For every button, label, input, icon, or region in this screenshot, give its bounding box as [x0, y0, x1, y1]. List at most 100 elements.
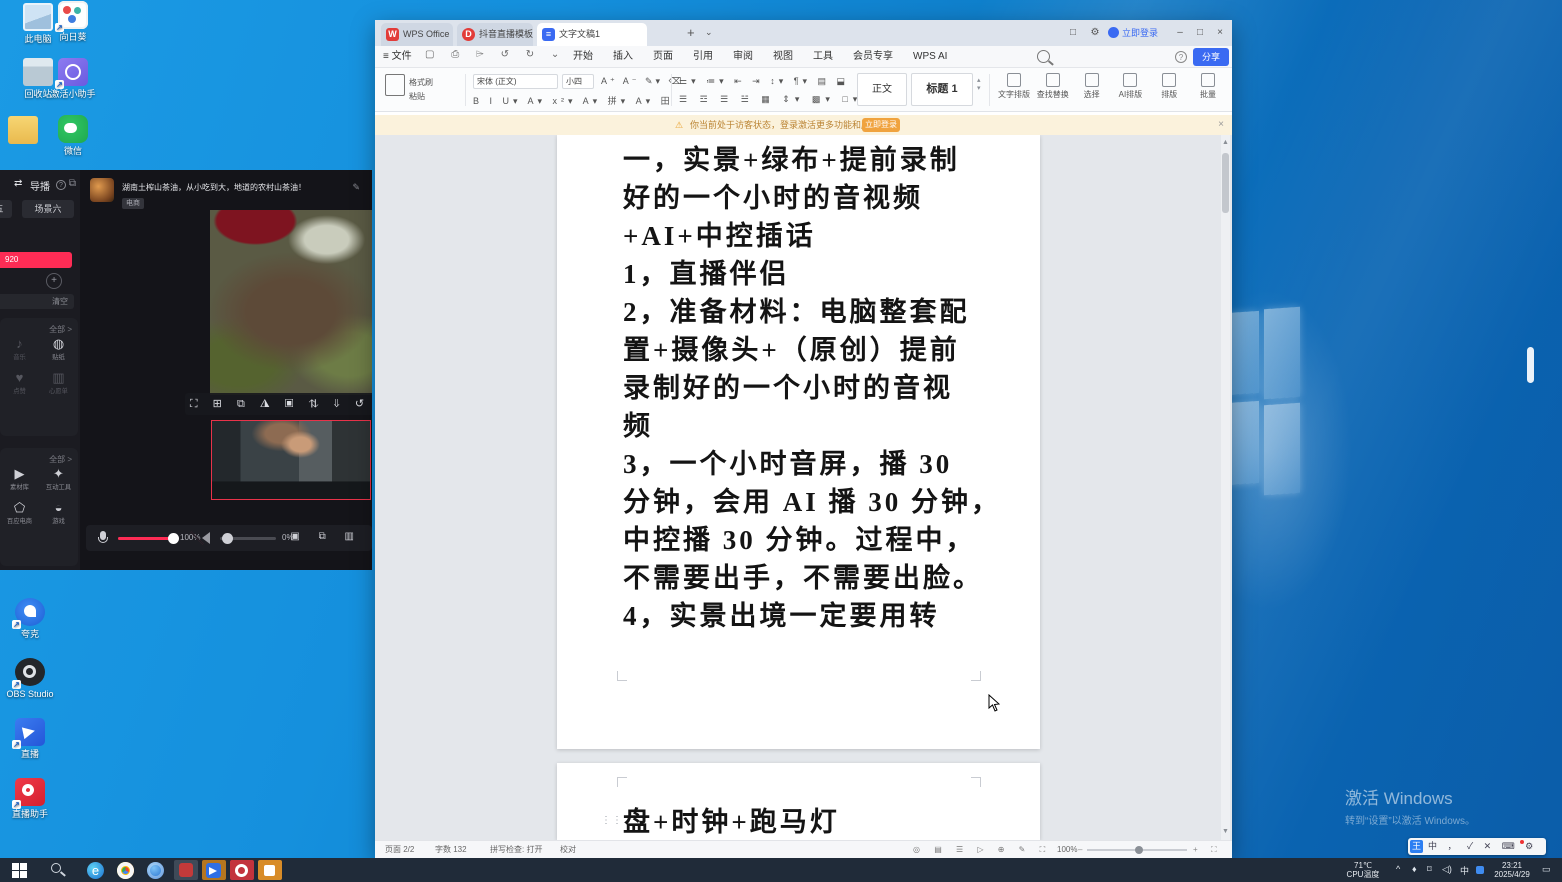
tool-ecommerce[interactable]: ⬠ 百应电商	[0, 500, 39, 526]
tray-expand-icon[interactable]: ^	[1396, 864, 1400, 874]
font-size-select[interactable]: 小四	[562, 74, 594, 89]
fit-page-icon[interactable]: ⛶	[1211, 841, 1217, 859]
close-button[interactable]: ×	[1210, 20, 1230, 46]
tray-clock[interactable]: 23:212025/4/29	[1490, 858, 1534, 882]
clear-button[interactable]: 清空	[0, 294, 74, 309]
desktop-icon-livered[interactable]: ↗ 直播助手	[0, 778, 65, 820]
tray-cpu-temp[interactable]: 71℃CPU温度	[1336, 858, 1390, 882]
search-icon[interactable]	[1037, 50, 1050, 63]
zoom-out-icon[interactable]: –	[1078, 841, 1082, 859]
help-icon[interactable]: ?	[1175, 51, 1187, 63]
status-spellcheck[interactable]: 拼写检查: 打开	[490, 841, 542, 859]
popout-icon[interactable]: ⧉	[69, 178, 76, 189]
ribbon-tool-button[interactable]: 批量	[1189, 72, 1227, 100]
font-name-select[interactable]: 宋体 (正文)	[473, 74, 558, 89]
capture-tools-icons[interactable]: ▣ ⧉ ▥	[290, 531, 362, 542]
settings-gear-icon[interactable]: ⚙	[1085, 20, 1105, 46]
ribbon-tab[interactable]: 页面	[643, 46, 683, 68]
taskbar-browser[interactable]	[144, 860, 168, 880]
ribbon-tool-button[interactable]: 查找替换	[1034, 72, 1072, 100]
format-painter-button[interactable]: 格式刷	[409, 76, 461, 90]
ribbon-tool-button[interactable]: 排版	[1150, 72, 1188, 100]
page-2[interactable]: ⋮⋮ 盘+时钟+跑马灯	[557, 763, 1040, 840]
ime-toolbar[interactable]: 王 中 ， ✓ ✕ ⌨ ⚙	[1408, 838, 1546, 855]
taskbar-search-button[interactable]	[46, 860, 70, 880]
ribbon-tab[interactable]: WPS AI	[903, 46, 957, 68]
zoom-value[interactable]: 100%	[1057, 841, 1077, 859]
speaker-muted-icon[interactable]	[202, 532, 210, 544]
mic-volume-slider[interactable]	[118, 537, 174, 540]
tab-wps-home[interactable]: W WPS Office	[381, 23, 453, 46]
tool-sticker[interactable]: ◍ 贴纸	[39, 336, 78, 362]
taskbar-edge[interactable]: e	[84, 860, 108, 880]
tray-mic-icon[interactable]: ♦	[1412, 864, 1417, 874]
start-button[interactable]	[8, 860, 32, 880]
document-area[interactable]: 一，实景+绿布+提前录制好的一个小时的音视频+AI+中控插话1，直播伴侣2，准备…	[375, 135, 1232, 840]
ribbon-tab[interactable]: 插入	[603, 46, 643, 68]
ribbon-tab[interactable]: 引用	[683, 46, 723, 68]
status-proofread[interactable]: 校对	[560, 841, 576, 859]
video-source-selected[interactable]	[211, 420, 371, 500]
video-preview-main[interactable]	[210, 210, 372, 395]
scroll-up-icon[interactable]: ▲	[1221, 137, 1230, 149]
quick-access-icons[interactable]: ▢ ⎙ ⌲ ↺ ↻ ⌄	[425, 49, 566, 60]
taskbar-chrome[interactable]	[114, 860, 138, 880]
scene-item-selected[interactable]: 920	[0, 252, 72, 268]
all-link[interactable]: 全部 >	[49, 324, 72, 335]
desktop-icon-activator[interactable]: ↗ 激活小助手	[38, 58, 108, 100]
tool-interactive[interactable]: ✦ 互动工具	[39, 466, 78, 492]
banner-close-icon[interactable]: ×	[1218, 115, 1224, 135]
tool-material-library[interactable]: ▶ 素材库	[0, 466, 39, 492]
desktop-icon-remote[interactable]: ↗ 向日葵	[38, 1, 108, 43]
tool-like[interactable]: ♥ 点赞	[0, 370, 39, 396]
paragraph-tools-row1[interactable]: ⚌▾ ≔▾ ⇤ ⇥ ↕▾ ¶▾ ▤ ⬓	[679, 76, 849, 87]
ribbon-tool-button[interactable]: 文字排版	[995, 72, 1033, 100]
tool-wishlist[interactable]: ▥ 心愿单	[39, 370, 78, 396]
taskbar-app-red[interactable]	[174, 860, 198, 880]
desktop-icon-wechat[interactable]: 微信	[38, 115, 108, 157]
help-icon[interactable]: ?	[56, 180, 66, 190]
tray-ime-lang-icon[interactable]: 中	[1460, 864, 1469, 877]
tool-music[interactable]: ♪ 音乐	[0, 336, 39, 362]
speaker-volume-slider[interactable]	[220, 537, 276, 540]
tab-list-caret[interactable]: ⌄	[705, 27, 713, 38]
file-menu[interactable]: ≡ 文件	[383, 49, 412, 65]
tool-games[interactable]: ◒ 游戏	[39, 500, 78, 526]
desktop-icon-obs[interactable]: ↗ OBS Studio	[0, 658, 65, 700]
login-button[interactable]: 立即登录	[1108, 20, 1158, 46]
all-link[interactable]: 全部 >	[49, 454, 72, 465]
desktop-icon-live[interactable]: ↗ 直播	[0, 718, 65, 760]
taskbar-app-ring[interactable]	[230, 860, 254, 880]
scroll-down-icon[interactable]: ▼	[1221, 826, 1230, 838]
share-button[interactable]: 分享	[1193, 48, 1229, 66]
screen-edge-handle[interactable]	[1527, 347, 1534, 383]
scrollbar-thumb[interactable]	[1222, 153, 1229, 213]
ribbon-tab[interactable]: 视图	[763, 46, 803, 68]
swap-icon[interactable]: ⇄	[14, 178, 22, 189]
new-tab-button[interactable]: +	[687, 25, 695, 40]
paste-icon[interactable]	[385, 74, 405, 96]
zoom-in-icon[interactable]: +	[1193, 841, 1198, 859]
taskbar-live-companion-active[interactable]	[202, 860, 226, 880]
style-heading1[interactable]: 标题 1	[911, 73, 973, 106]
tray-display-icon[interactable]: ⌑	[1427, 864, 1432, 875]
vertical-scrollbar[interactable]: ▲ ▼	[1221, 135, 1230, 840]
paragraph-tools-row2[interactable]: ☰ ☲ ☰ ☱ ▦ ⇕▾ ▩▾ □▾	[679, 94, 862, 105]
view-mode-icons[interactable]: ◎ ▤ ☰ ▷ ⊕ ✎ ⛶	[913, 841, 1051, 859]
style-gallery-spinner[interactable]: ▴▾	[977, 76, 981, 92]
scene-tab-6[interactable]: 场景六	[22, 200, 74, 218]
desktop-icon-quark[interactable]: ↗ 夸克	[0, 598, 65, 640]
ribbon-tool-button[interactable]: 选择	[1073, 72, 1111, 100]
zoom-slider[interactable]	[1087, 849, 1187, 851]
tab-active-document[interactable]: ≡ 文字文稿1	[537, 23, 647, 46]
taskbar-app-orange[interactable]	[258, 860, 282, 880]
ribbon-tool-button[interactable]: AI排版	[1111, 72, 1149, 100]
ribbon-tab[interactable]: 会员专享	[843, 46, 903, 68]
video-transform-toolbar[interactable]: ⛶ ⊞ ⧉ ◮ ▣ ⇅ ⇓ ↺	[185, 393, 372, 415]
paste-button[interactable]: 粘贴	[409, 90, 461, 104]
ribbon-tab[interactable]: 审阅	[723, 46, 763, 68]
banner-login-button[interactable]: 立即登录	[862, 118, 900, 132]
maximize-button[interactable]: □	[1190, 20, 1210, 46]
edit-title-icon[interactable]: ✎	[352, 182, 360, 193]
minimize-button[interactable]: –	[1170, 20, 1190, 46]
